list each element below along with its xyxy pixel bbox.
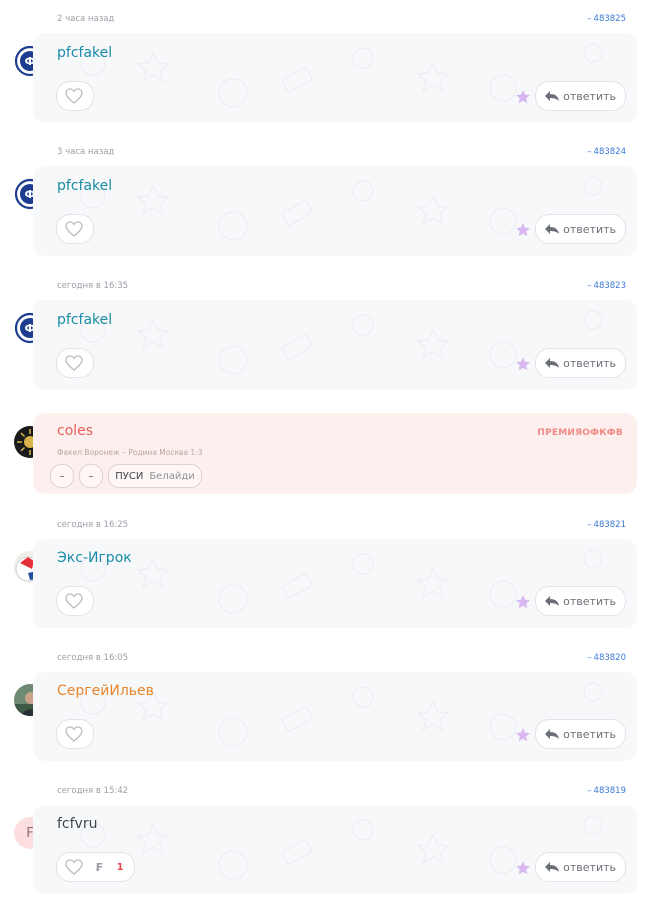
comment-meta: сегодня в 16:25 –483821: [57, 520, 626, 532]
reply-label: ответить: [563, 356, 616, 370]
reply-arrow-icon: [545, 91, 560, 101]
reply-arrow-icon: [545, 224, 560, 234]
comment-card: fcfvru ₣ 1 ответить: [33, 805, 637, 894]
author-name[interactable]: СергейИльев: [57, 683, 154, 699]
comment-meta: сегодня в 16:35 –483823: [57, 281, 626, 293]
comment-card: pfcfakel ответить: [33, 166, 637, 256]
star-icon[interactable]: [515, 89, 531, 105]
comment-card: pfcfakel ответить: [33, 33, 637, 123]
author-name[interactable]: coles: [57, 423, 93, 439]
heart-icon: [59, 215, 89, 243]
heart-icon: [59, 82, 89, 110]
star-icon[interactable]: [515, 860, 531, 876]
premium-tag: ПРЕМИЯОФКФВ: [537, 428, 623, 438]
heart-icon: [59, 349, 89, 377]
reply-arrow-icon: [545, 596, 560, 606]
match-caption[interactable]: Факел Воронеж – Родина Москва 1:3: [57, 448, 203, 457]
reply-button[interactable]: ответить: [535, 348, 626, 378]
star-icon[interactable]: [515, 356, 531, 372]
prediction-pill-1: –: [50, 464, 74, 488]
reply-label: ответить: [563, 89, 616, 103]
comment-card: Экс-Игрок ответить: [33, 539, 637, 628]
like-button[interactable]: [56, 586, 94, 616]
reaction-count: 1: [116, 861, 124, 873]
comment-time: сегодня в 16:35: [57, 281, 129, 291]
like-button[interactable]: [56, 214, 94, 244]
premium-card: coles ПРЕМИЯОФКФВ Факел Воронеж – Родина…: [33, 413, 637, 494]
author-name[interactable]: Экс-Игрок: [57, 550, 132, 566]
comment-meta: сегодня в 15:42 –483819: [57, 786, 626, 798]
heart-icon: [59, 720, 89, 748]
author-name[interactable]: pfcfakel: [57, 45, 112, 61]
prediction-pill-3: ПУСИ Белайди: [108, 464, 202, 488]
comment-card: СергейИльев ответить: [33, 672, 637, 761]
star-icon[interactable]: [515, 594, 531, 610]
comment-time: сегодня в 15:42: [57, 786, 129, 796]
reaction-f-icon: ₣: [95, 860, 103, 874]
comment-id-link[interactable]: –483825: [587, 14, 626, 24]
heart-icon: [59, 587, 89, 615]
comment-id-link[interactable]: –483819: [587, 786, 626, 796]
reply-button[interactable]: ответить: [535, 214, 626, 244]
author-name[interactable]: fcfvru: [57, 816, 97, 832]
reply-label: ответить: [563, 727, 616, 741]
star-icon[interactable]: [515, 222, 531, 238]
comment-time: 2 часа назад: [57, 14, 115, 24]
like-button[interactable]: ₣ 1: [56, 852, 135, 882]
reply-button[interactable]: ответить: [535, 852, 626, 882]
reply-button[interactable]: ответить: [535, 719, 626, 749]
comment-id-link[interactable]: –483821: [587, 520, 626, 530]
heart-icon: [59, 853, 89, 881]
comment-id-link[interactable]: –483820: [587, 653, 626, 663]
like-button[interactable]: [56, 81, 94, 111]
reply-label: ответить: [563, 594, 616, 608]
comment-time: 3 часа назад: [57, 147, 115, 157]
comment-meta: сегодня в 16:05 –483820: [57, 653, 626, 665]
like-button[interactable]: [56, 348, 94, 378]
reply-arrow-icon: [545, 358, 560, 368]
comment-time: сегодня в 16:05: [57, 653, 129, 663]
reply-arrow-icon: [545, 862, 560, 872]
comment-card: pfcfakel ответить: [33, 300, 637, 390]
reply-button[interactable]: ответить: [535, 81, 626, 111]
star-icon[interactable]: [515, 727, 531, 743]
prediction-pill-2: –: [79, 464, 103, 488]
comment-time: сегодня в 16:25: [57, 520, 129, 530]
comment-id-link[interactable]: –483823: [587, 281, 626, 291]
like-button[interactable]: [56, 719, 94, 749]
author-name[interactable]: pfcfakel: [57, 178, 112, 194]
reply-arrow-icon: [545, 729, 560, 739]
comment-id-link[interactable]: –483824: [587, 147, 626, 157]
reply-label: ответить: [563, 860, 616, 874]
comment-meta: 2 часа назад –483825: [57, 14, 626, 26]
reply-button[interactable]: ответить: [535, 586, 626, 616]
comment-meta: 3 часа назад –483824: [57, 147, 626, 159]
reply-label: ответить: [563, 222, 616, 236]
author-name[interactable]: pfcfakel: [57, 312, 112, 328]
